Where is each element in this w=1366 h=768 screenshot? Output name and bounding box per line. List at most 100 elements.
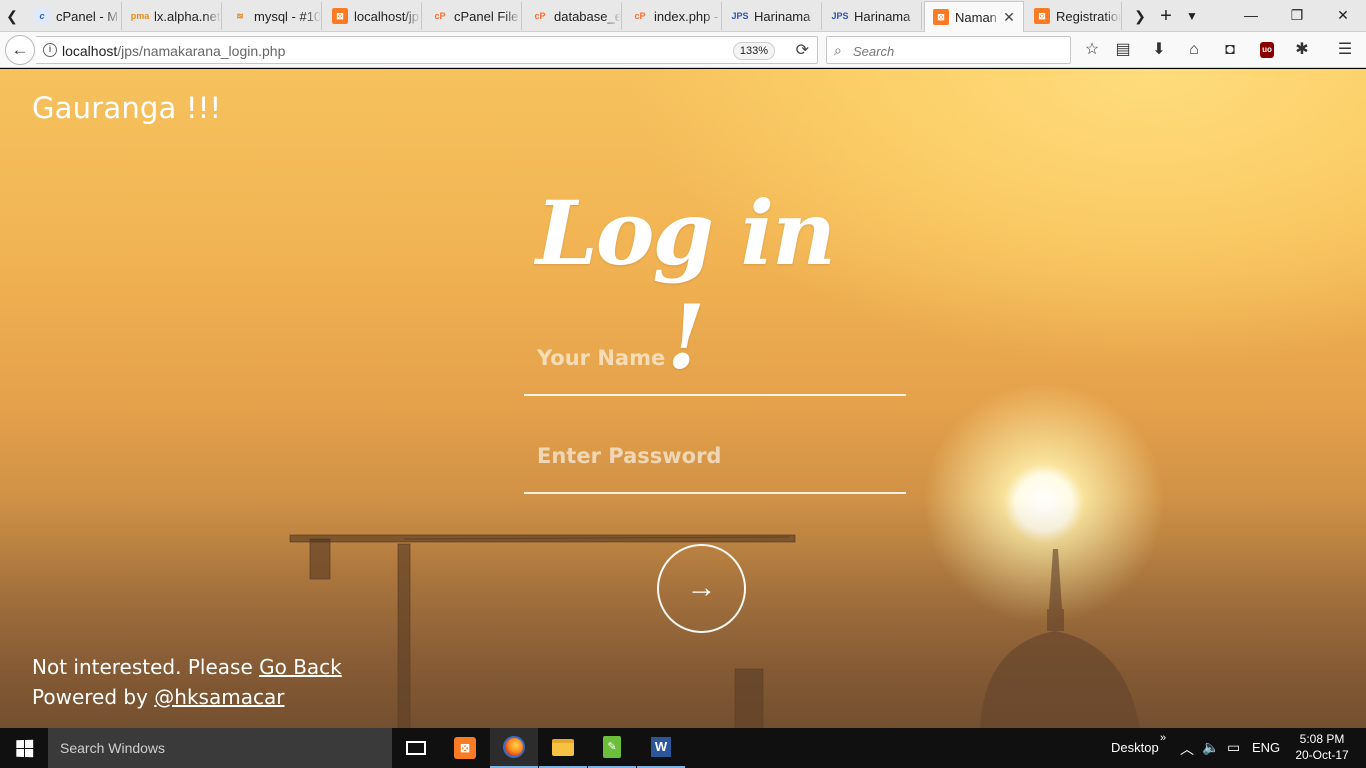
footer-go-back: Not interested. Please Go Back bbox=[32, 655, 342, 679]
volume-icon[interactable]: 🔈 bbox=[1202, 739, 1219, 756]
url-path: /jps/namakarana_login.php bbox=[117, 43, 286, 59]
xampp-icon: ⊠ bbox=[454, 737, 476, 759]
author-link[interactable]: @hksamacar bbox=[154, 685, 284, 709]
tab[interactable]: ⊠ Registration bbox=[1026, 2, 1122, 30]
new-tab-button[interactable]: + bbox=[1154, 5, 1178, 27]
tab[interactable]: cP cPanel File bbox=[424, 2, 522, 30]
go-back-link[interactable]: Go Back bbox=[259, 655, 342, 679]
submit-button[interactable]: → bbox=[657, 544, 746, 633]
back-button[interactable]: ← bbox=[5, 35, 35, 65]
start-button[interactable] bbox=[0, 728, 48, 768]
home-icon[interactable]: ⌂ bbox=[1182, 39, 1206, 61]
footer-go-back-text: Not interested. Please bbox=[32, 655, 260, 679]
name-placeholder: Your Name bbox=[537, 346, 666, 370]
password-placeholder: Enter Password bbox=[537, 444, 722, 468]
jps-icon: JPS bbox=[731, 11, 749, 21]
clock-date: 20-Oct-17 bbox=[1295, 748, 1349, 762]
tab-title: index.php - bbox=[654, 8, 719, 24]
tab-strip: ❮ c cPanel - M pma lx.alpha.net ≋ mysql … bbox=[0, 0, 1366, 32]
cpanel-icon: cP bbox=[434, 11, 446, 21]
tab-title: Harinama bbox=[754, 8, 811, 24]
list-all-tabs-button[interactable]: ▼ bbox=[1180, 5, 1204, 27]
tab[interactable]: pma lx.alpha.net bbox=[124, 2, 222, 30]
windows-taskbar: Search Windows ⊠ ✎ W Desktop » ︿ 🔈 ▭ ENG… bbox=[0, 728, 1366, 768]
navigation-bar: i localhost/jps/namakarana_login.php 133… bbox=[0, 32, 1366, 68]
notepad-icon: ✎ bbox=[603, 736, 621, 758]
login-page: Gauranga !!! Log in ! Your Name Enter Pa… bbox=[0, 69, 1366, 728]
bookmark-star-icon[interactable]: ☆ bbox=[1080, 39, 1104, 61]
close-window-button[interactable]: ✕ bbox=[1320, 0, 1366, 30]
folder-icon bbox=[552, 738, 574, 756]
tab-title: database_e bbox=[554, 8, 621, 24]
tab[interactable]: cP index.php - bbox=[624, 2, 722, 30]
chevron-up-icon[interactable]: ︿ bbox=[1180, 739, 1194, 759]
tab-title: Naman bbox=[955, 9, 997, 25]
close-icon[interactable]: ✕ bbox=[1001, 9, 1017, 26]
windows-logo-icon bbox=[15, 739, 33, 757]
taskbar-firefox[interactable] bbox=[490, 728, 538, 768]
site-brand[interactable]: Gauranga !!! bbox=[32, 91, 221, 125]
info-icon[interactable]: i bbox=[43, 43, 57, 57]
xampp-icon: ⊠ bbox=[1034, 8, 1050, 24]
tab[interactable]: JPS Harinama bbox=[724, 2, 822, 30]
reading-list-icon[interactable]: ▤ bbox=[1111, 39, 1135, 61]
tab-active[interactable]: ⊠ Naman ✕ bbox=[924, 1, 1024, 32]
tab[interactable]: ≋ mysql - #10 bbox=[224, 2, 322, 30]
tab-title: cPanel - M bbox=[56, 8, 119, 24]
cpanel-icon: c bbox=[34, 8, 50, 24]
minimize-button[interactable]: — bbox=[1228, 0, 1274, 30]
taskbar-file-explorer[interactable] bbox=[539, 728, 587, 768]
task-view-button[interactable] bbox=[392, 728, 440, 768]
word-icon: W bbox=[651, 737, 671, 757]
cpanel-icon: cP bbox=[534, 11, 546, 21]
cpanel-icon: cP bbox=[634, 11, 646, 21]
tab-title: Registration bbox=[1056, 8, 1121, 24]
arrow-left-icon: ← bbox=[11, 40, 29, 59]
clock-time: 5:08 PM bbox=[1299, 732, 1345, 746]
url-text[interactable]: localhost/jps/namakarana_login.php bbox=[62, 43, 285, 59]
jps-icon: JPS bbox=[831, 11, 849, 21]
mysql-icon: ≋ bbox=[236, 10, 244, 21]
tab-title: Harinama bbox=[854, 8, 911, 24]
restore-button[interactable]: ❐ bbox=[1274, 0, 1320, 30]
name-input[interactable]: Your Name bbox=[524, 332, 906, 396]
menu-icon[interactable]: ☰ bbox=[1333, 39, 1357, 61]
language-indicator[interactable]: ENG bbox=[1252, 740, 1280, 755]
url-bar[interactable]: i localhost/jps/namakarana_login.php 133… bbox=[36, 36, 818, 64]
taskbar-editor[interactable]: ✎ bbox=[588, 728, 636, 768]
xampp-icon: ⊠ bbox=[933, 9, 949, 25]
xampp-icon: ⊠ bbox=[332, 8, 348, 24]
desktop-toolbar-label[interactable]: Desktop bbox=[1111, 740, 1159, 755]
tab[interactable]: c cPanel - M bbox=[26, 2, 122, 30]
action-center-icon[interactable]: ▭ bbox=[1227, 739, 1240, 756]
taskbar-xampp[interactable]: ⊠ bbox=[441, 728, 489, 768]
phpmyadmin-icon: pma bbox=[130, 11, 150, 21]
tab[interactable]: ⊠ localhost/jp bbox=[324, 2, 422, 30]
pocket-icon[interactable]: ◘ bbox=[1218, 39, 1242, 61]
tab-list: c cPanel - M pma lx.alpha.net ≋ mysql - … bbox=[24, 0, 1124, 32]
clock[interactable]: 5:08 PM 20-Oct-17 bbox=[1292, 731, 1352, 763]
tab-scroll-right-button[interactable]: ❯ bbox=[1128, 5, 1152, 27]
url-host: localhost bbox=[62, 43, 118, 59]
footer-powered-by-text: Powered by bbox=[32, 685, 155, 709]
arrow-right-icon: → bbox=[686, 571, 717, 604]
search-placeholder: Search bbox=[853, 44, 895, 59]
task-view-icon bbox=[406, 741, 426, 755]
password-input[interactable]: Enter Password bbox=[524, 430, 906, 494]
footer-powered-by: Powered by @hksamacar bbox=[32, 685, 284, 709]
reload-icon[interactable]: ⟳ bbox=[796, 40, 809, 60]
ublock-icon[interactable]: uo bbox=[1255, 39, 1279, 61]
chevron-double-right-icon[interactable]: » bbox=[1160, 732, 1166, 744]
tab[interactable]: JPS Harinama bbox=[824, 2, 922, 30]
firefox-icon bbox=[503, 736, 525, 758]
taskbar-search-box[interactable]: Search Windows bbox=[48, 728, 392, 768]
zoom-indicator[interactable]: 133% bbox=[732, 42, 775, 60]
extension-icon[interactable]: ✱ bbox=[1290, 39, 1314, 61]
tab-title: cPanel File bbox=[454, 8, 519, 24]
tab-title: localhost/jp bbox=[354, 8, 420, 24]
tab[interactable]: cP database_e bbox=[524, 2, 622, 30]
tab-scroll-left-button[interactable]: ❮ bbox=[2, 5, 22, 27]
search-bar[interactable]: ⌕ Search bbox=[826, 36, 1071, 64]
taskbar-word[interactable]: W bbox=[637, 728, 685, 768]
download-icon[interactable]: ⬇ bbox=[1147, 39, 1171, 61]
